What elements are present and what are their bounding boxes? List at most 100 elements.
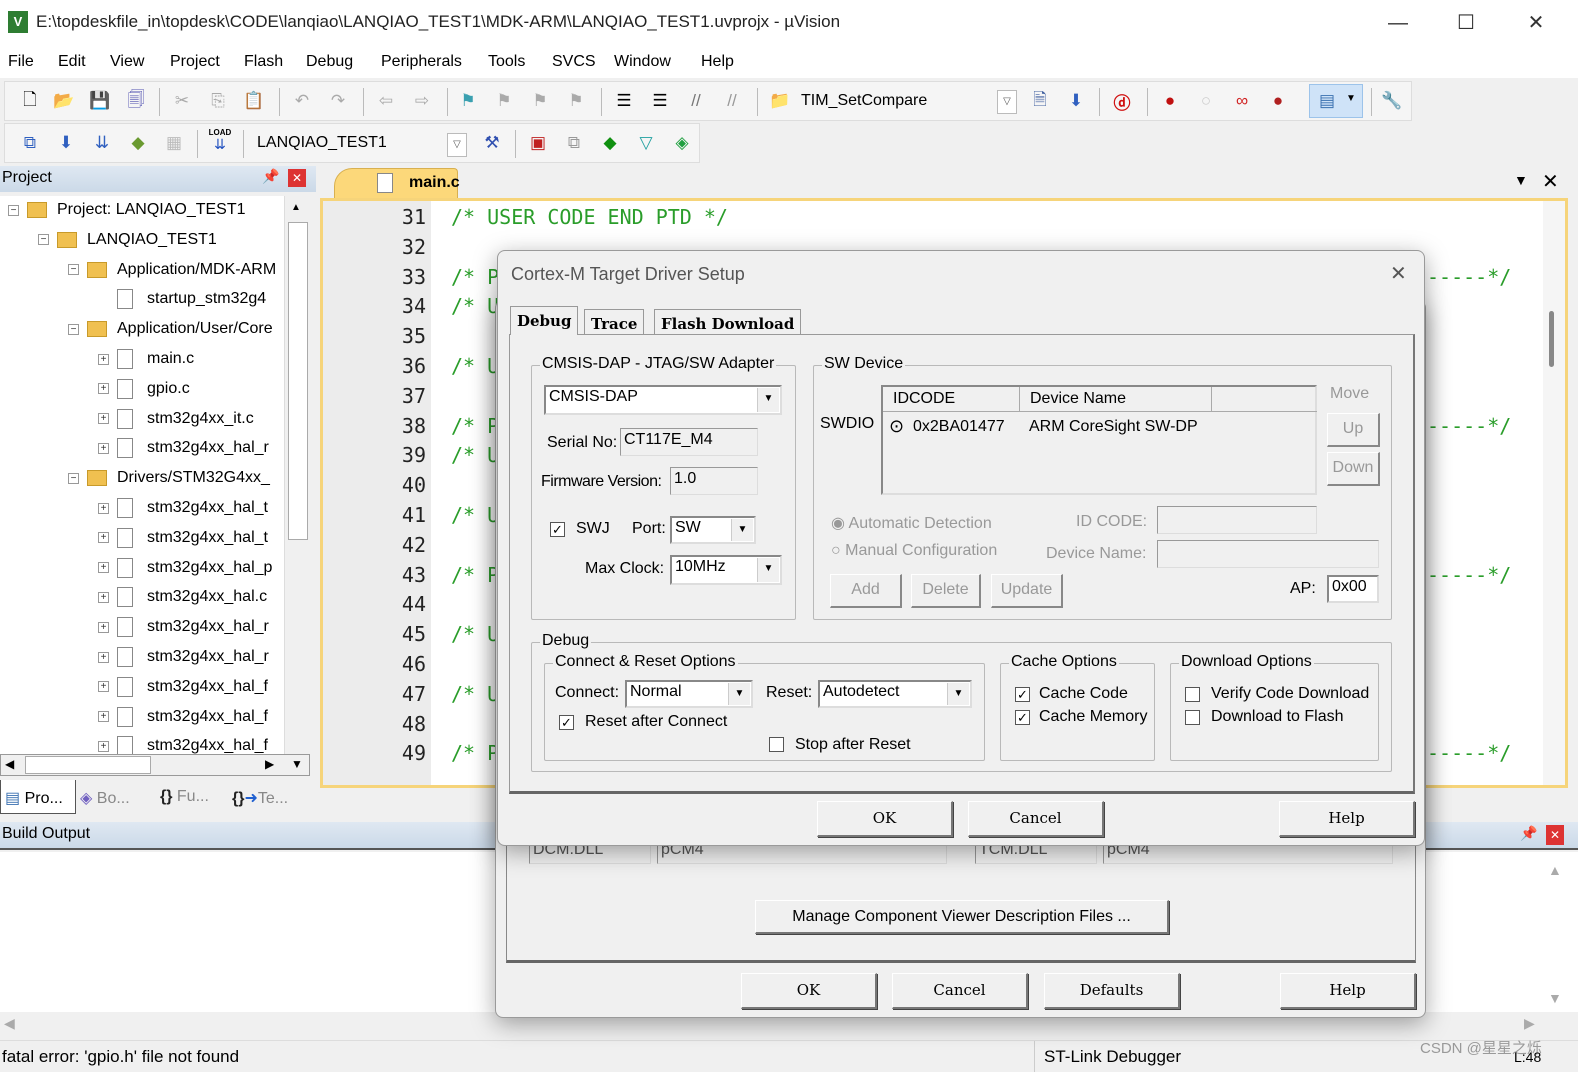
- expand-icon[interactable]: +: [98, 562, 109, 574]
- find-combo-dropdown[interactable]: ▽: [997, 90, 1017, 114]
- scroll-up-icon[interactable]: ▲: [291, 202, 301, 213]
- menu-debug[interactable]: Debug: [306, 53, 353, 71]
- tab-flash-download[interactable]: Flash Download: [654, 309, 802, 335]
- tree-item[interactable]: − LANQIAO_TEST1: [38, 228, 217, 252]
- cache-code-checkbox[interactable]: ✓: [1015, 687, 1030, 702]
- tree-item[interactable]: + stm32g4xx_hal_f: [98, 705, 268, 729]
- move-up-button[interactable]: Up: [1327, 413, 1380, 447]
- target-select-dropdown[interactable]: ▽: [447, 133, 467, 157]
- swj-checkbox[interactable]: ✓: [550, 522, 565, 537]
- project-tree-vscrollbar[interactable]: ▲: [284, 196, 310, 754]
- verify-code-download-checkbox[interactable]: [1185, 687, 1200, 702]
- stop-after-reset-checkbox[interactable]: [769, 737, 784, 752]
- event-recorder-icon[interactable]: ◈: [671, 132, 693, 154]
- tree-item[interactable]: + stm32g4xx_hal_r: [98, 645, 269, 669]
- close-tab-icon[interactable]: ✕: [1542, 169, 1559, 194]
- undo-icon[interactable]: ↶: [291, 90, 313, 112]
- tab-list-dropdown-icon[interactable]: ▼: [1514, 172, 1528, 188]
- cancel-button[interactable]: Cancel: [892, 973, 1028, 1009]
- tree-item[interactable]: − Application/User/Core: [68, 317, 273, 341]
- build-icon[interactable]: ⬇: [55, 132, 77, 154]
- tab-functions[interactable]: {} Fu...: [160, 788, 209, 806]
- column-header-device-name[interactable]: Device Name: [1020, 387, 1212, 412]
- manage-rte-icon[interactable]: ◆: [599, 132, 621, 154]
- tab-main-c[interactable]: main.c: [334, 168, 460, 198]
- project-tree-hscrollbar[interactable]: ◀ ▶ ▼: [0, 754, 310, 776]
- manage-project-items-icon[interactable]: ▣: [527, 132, 549, 154]
- target-options-icon[interactable]: ⚒: [481, 132, 503, 154]
- defaults-button[interactable]: Defaults: [1044, 973, 1180, 1009]
- pin-icon[interactable]: 📌: [262, 168, 279, 185]
- menu-view[interactable]: View: [110, 53, 144, 71]
- copy-icon[interactable]: ⎘: [207, 90, 229, 112]
- maximize-button[interactable]: ☐: [1446, 8, 1486, 38]
- expand-icon[interactable]: +: [98, 740, 109, 752]
- editor-vscrollbar[interactable]: [1543, 201, 1565, 785]
- tree-item[interactable]: + stm32g4xx_hal_r: [98, 436, 269, 460]
- auto-detection-radio[interactable]: ◉ Automatic Detection: [831, 513, 992, 533]
- ok-button[interactable]: OK: [817, 801, 953, 837]
- help-button[interactable]: Help: [1280, 973, 1416, 1009]
- cut-icon[interactable]: ✂: [171, 90, 193, 112]
- expand-icon[interactable]: +: [98, 621, 109, 633]
- menu-help[interactable]: Help: [701, 53, 734, 71]
- save-icon[interactable]: 💾: [89, 90, 111, 112]
- unindent-icon[interactable]: ☰: [649, 90, 671, 112]
- tab-books[interactable]: ◈ Bo...: [80, 788, 130, 808]
- expand-icon[interactable]: +: [98, 651, 109, 663]
- device-name-field[interactable]: [1157, 540, 1379, 568]
- scroll-down-icon[interactable]: ▼: [291, 757, 303, 771]
- nav-forward-icon[interactable]: ⇨: [411, 90, 433, 112]
- menu-svcs[interactable]: SVCS: [552, 53, 596, 71]
- tree-item[interactable]: + stm32g4xx_hal_p: [98, 556, 272, 580]
- collapse-icon[interactable]: −: [68, 472, 79, 484]
- uncomment-icon[interactable]: //: [721, 90, 743, 112]
- tree-item[interactable]: − Drivers/STM32G4xx_: [68, 466, 270, 490]
- expand-icon[interactable]: +: [98, 681, 109, 693]
- max-clock-select[interactable]: 10MHz ▼: [670, 555, 782, 585]
- scroll-up-icon[interactable]: ▲: [1548, 862, 1562, 878]
- new-file-icon[interactable]: 🗋: [19, 90, 41, 112]
- expand-icon[interactable]: +: [98, 383, 109, 395]
- menu-tools[interactable]: Tools: [488, 53, 525, 71]
- translate-icon[interactable]: ⧉: [19, 132, 41, 154]
- close-panel-icon[interactable]: ✕: [1546, 825, 1564, 845]
- clear-bookmarks-icon[interactable]: ⚑: [565, 90, 587, 112]
- tree-item[interactable]: + stm32g4xx_hal.c: [98, 585, 267, 609]
- serial-field[interactable]: CT117E_M4: [620, 428, 758, 456]
- find-combo[interactable]: TIM_SetCompare: [801, 83, 991, 119]
- load-download-icon[interactable]: LOAD ⇊: [207, 128, 233, 158]
- tab-trace[interactable]: Trace: [584, 309, 645, 335]
- bookmark-icon[interactable]: ⚑: [457, 90, 479, 112]
- scroll-down-icon[interactable]: ▼: [1548, 990, 1562, 1006]
- close-window-button[interactable]: ✕: [1516, 8, 1556, 38]
- close-dialog-icon[interactable]: ✕: [1390, 261, 1407, 286]
- expand-icon[interactable]: +: [98, 711, 109, 723]
- rebuild-icon[interactable]: ⇊: [91, 132, 113, 154]
- tree-item[interactable]: + stm32g4xx_hal_f: [98, 734, 268, 754]
- debug-session-icon[interactable]: ⓓ: [1111, 90, 1133, 113]
- connect-select[interactable]: Normal ▼: [625, 680, 753, 708]
- incremental-find-icon[interactable]: ⬇: [1065, 90, 1087, 112]
- tab-debug[interactable]: Debug: [510, 306, 579, 335]
- redo-icon[interactable]: ↷: [327, 90, 349, 112]
- menu-peripherals[interactable]: Peripherals: [381, 53, 462, 71]
- select-packs-icon[interactable]: ⧉: [563, 132, 585, 154]
- scroll-left-icon[interactable]: ◀: [5, 757, 14, 771]
- tree-item[interactable]: + stm32g4xx_hal_t: [98, 526, 268, 550]
- reset-select[interactable]: Autodetect ▼: [818, 680, 972, 708]
- table-row[interactable]: ⊙ 0x2BA01477 ARM CoreSight SW-DP: [883, 416, 1315, 440]
- menu-edit[interactable]: Edit: [58, 53, 86, 71]
- tree-item[interactable]: + gpio.c: [98, 377, 190, 401]
- prev-bookmark-icon[interactable]: ⚑: [493, 90, 515, 112]
- delete-button[interactable]: Delete: [911, 574, 981, 608]
- comment-icon[interactable]: //: [685, 90, 707, 112]
- menu-file[interactable]: File: [8, 53, 34, 71]
- enable-breakpoint-icon[interactable]: ○: [1195, 90, 1217, 112]
- adapter-select[interactable]: CMSIS-DAP ▼: [544, 385, 782, 415]
- stop-build-icon[interactable]: ▦: [163, 132, 185, 154]
- add-button[interactable]: Add: [830, 574, 902, 608]
- cache-memory-checkbox[interactable]: ✓: [1015, 710, 1030, 725]
- collapse-icon[interactable]: −: [68, 323, 79, 335]
- open-file-icon[interactable]: 📂: [53, 90, 75, 112]
